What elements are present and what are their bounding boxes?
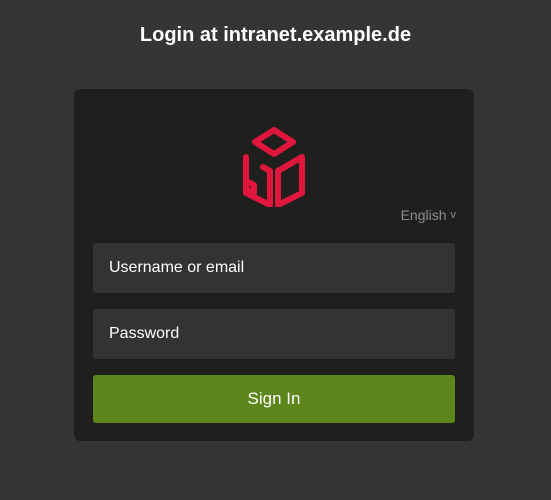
- sign-in-button[interactable]: Sign In: [93, 375, 455, 423]
- cube-logo-icon: [243, 127, 305, 207]
- username-field[interactable]: [93, 243, 455, 293]
- chevron-down-icon: v: [450, 209, 457, 221]
- page-title: Login at intranet.example.de: [139, 24, 412, 46]
- language-label: English: [400, 207, 447, 223]
- language-selector[interactable]: English v: [401, 206, 456, 224]
- login-card: English v Sign In: [74, 89, 474, 441]
- password-input[interactable]: [109, 325, 439, 343]
- password-field[interactable]: [93, 309, 455, 359]
- username-input[interactable]: [109, 259, 439, 277]
